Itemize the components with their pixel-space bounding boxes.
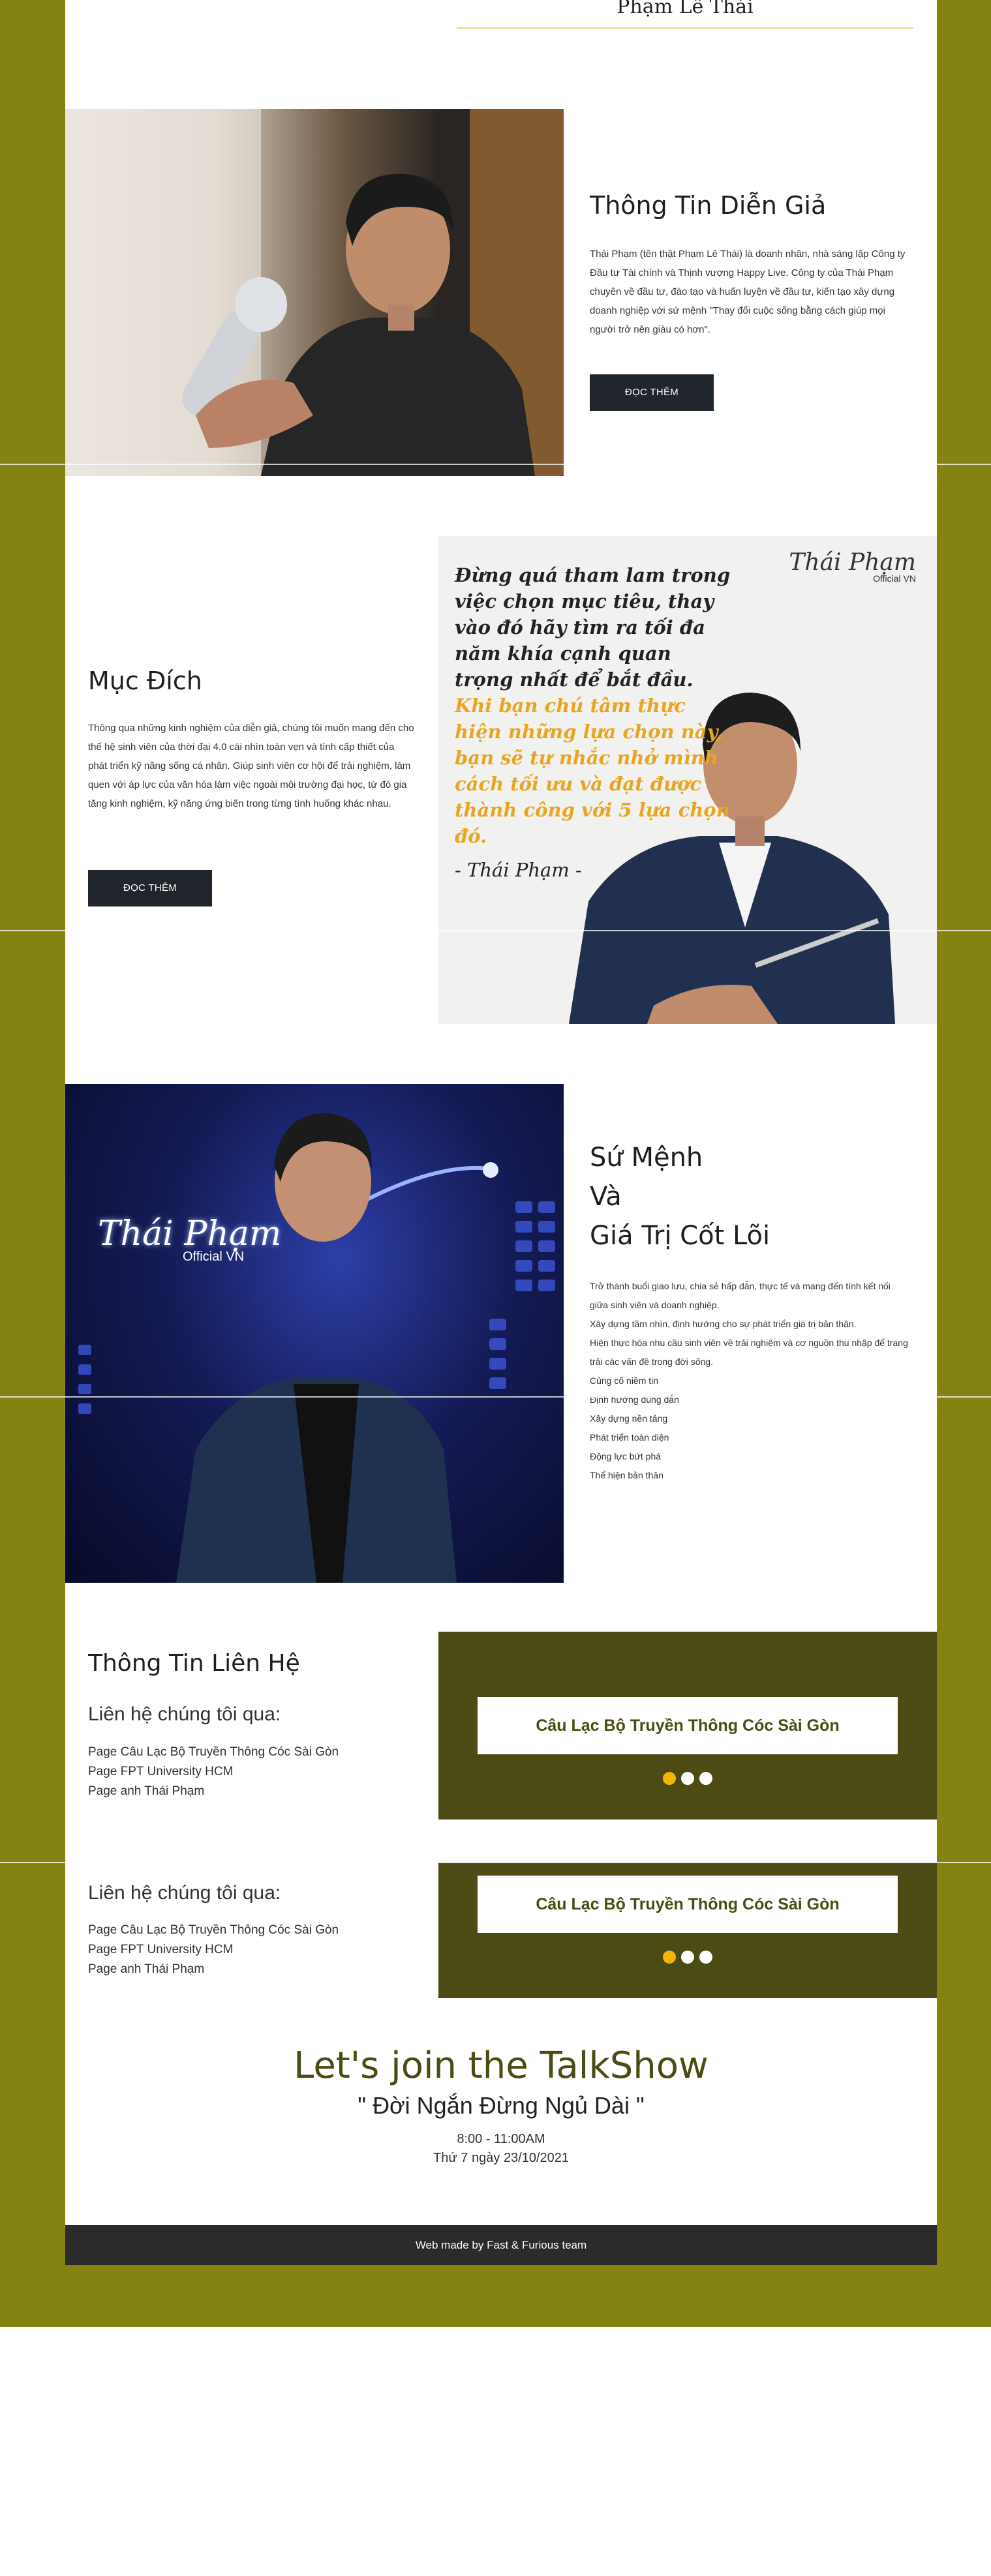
mission-item: Xây dựng nền tảng bbox=[590, 1413, 668, 1424]
mission-item: Xây dựng tầm nhìn, định hướng cho sự phá… bbox=[590, 1319, 857, 1329]
mission-item: Trở thành buổi giao lưu, chia sẻ hấp dẫn… bbox=[590, 1281, 891, 1310]
contact2-subtitle: Liên hệ chúng tôi qua: bbox=[88, 1882, 281, 1904]
mission-title: Sứ Mệnh Và Giá Trị Cốt Lõi bbox=[590, 1138, 770, 1255]
speaker-photo-microphone bbox=[65, 109, 564, 476]
carousel-dots-2 bbox=[438, 1951, 937, 1967]
section-divider bbox=[0, 1862, 991, 1863]
talkshow-subtitle: " Đời Ngắn Đừng Ngủ Dài " bbox=[358, 2092, 645, 2119]
carousel-dot-3[interactable] bbox=[699, 1772, 713, 1785]
contact2-links: Page Câu Lạc Bộ Truyền Thông Cóc Sài Gòn… bbox=[88, 1921, 339, 1979]
mission-item: Thể hiện bản thân bbox=[590, 1470, 663, 1480]
mission-item: Phát triển toàn diện bbox=[590, 1432, 669, 1443]
mission-title-line-3: Giá Trị Cốt Lõi bbox=[590, 1221, 770, 1251]
section-divider bbox=[0, 1396, 991, 1398]
mission-figure-illustration bbox=[78, 1113, 555, 1583]
speaker-figure-illustration bbox=[65, 109, 564, 476]
purpose-read-more-button[interactable]: ĐỌC THÊM bbox=[88, 870, 212, 906]
speaker-name: Phạm Lê Thái bbox=[457, 0, 913, 29]
carousel-dot-3[interactable] bbox=[699, 1951, 713, 1964]
contact-link-fpt[interactable]: Page FPT University HCM bbox=[88, 1762, 339, 1782]
contact2-link-thai-pham[interactable]: Page anh Thái Phạm bbox=[88, 1960, 339, 1979]
quote-text: Đừng quá tham lam trong việc chọn mục ti… bbox=[455, 562, 735, 883]
contact-title: Thông Tin Liên Hệ bbox=[88, 1650, 300, 1677]
contact-links: Page Câu Lạc Bộ Truyền Thông Cóc Sài Gòn… bbox=[88, 1743, 339, 1801]
footer: Web made by Fast & Furious team bbox=[65, 2225, 937, 2265]
quote-logo-text: Thái Phạm bbox=[789, 549, 916, 576]
about-read-more-button[interactable]: ĐỌC THÊM bbox=[590, 374, 714, 411]
talkshow-time: 8:00 - 11:00AM bbox=[457, 2132, 545, 2146]
quote-logo: Thái Phạm Official VN bbox=[789, 549, 916, 584]
contact2-link-fpt[interactable]: Page FPT University HCM bbox=[88, 1940, 339, 1960]
page-container: Phạm Lê Thái Thông Tin Diễn Giả Thái Phạ… bbox=[65, 0, 937, 2265]
carousel-dots bbox=[438, 1772, 937, 1788]
carousel-dot-2[interactable] bbox=[681, 1772, 694, 1785]
contact2-link-club[interactable]: Page Câu Lạc Bộ Truyền Thông Cóc Sài Gòn bbox=[88, 1921, 339, 1940]
club-card-2[interactable]: Câu Lạc Bộ Truyền Thông Cóc Sài Gòn bbox=[478, 1876, 898, 1933]
talkshow-date: Thứ 7 ngày 23/10/2021 bbox=[433, 2151, 569, 2165]
carousel-dot-1[interactable] bbox=[662, 1951, 676, 1964]
carousel-dot-2[interactable] bbox=[681, 1951, 694, 1964]
mission-title-line-1: Sứ Mệnh bbox=[590, 1143, 703, 1173]
club-card[interactable]: Câu Lạc Bộ Truyền Thông Cóc Sài Gòn bbox=[478, 1697, 898, 1754]
mission-item: Củng cố niềm tin bbox=[590, 1375, 659, 1386]
contact2-card-panel: Câu Lạc Bộ Truyền Thông Cóc Sài Gòn bbox=[438, 1863, 937, 1998]
mission-item: Động lực bứt phá bbox=[590, 1451, 662, 1461]
mission-item: Định hướng đúng đắn bbox=[590, 1394, 679, 1405]
contact-card-panel: Câu Lạc Bộ Truyền Thông Cóc Sài Gòn bbox=[438, 1632, 937, 1820]
mission-item: Hiện thực hóa nhu cầu sinh viên về trải … bbox=[590, 1338, 908, 1367]
talkshow-title: Let's join the TalkShow bbox=[294, 2044, 709, 2087]
purpose-body: Thông qua những kinh nghiệm của diễn giả… bbox=[88, 723, 414, 809]
mission-logo-text: Thái Phạm bbox=[98, 1214, 282, 1253]
purpose-title: Mục Đích bbox=[88, 666, 202, 695]
mission-logo: Thái Phạm Official VN bbox=[98, 1214, 281, 1265]
contact-subtitle: Liên hệ chúng tôi qua: bbox=[88, 1703, 281, 1725]
about-body: Thái Phạm (tên thật Phạm Lê Thái) là doa… bbox=[590, 248, 906, 335]
contact-link-club[interactable]: Page Câu Lạc Bộ Truyền Thông Cóc Sài Gòn bbox=[88, 1743, 339, 1762]
mission-list: Trở thành buổi giao lưu, chia sẻ hấp dẫn… bbox=[590, 1277, 909, 1485]
quote-part-2: Khi bạn chú tâm thực hiện những lựa chọn… bbox=[455, 695, 730, 847]
carousel-dot-1[interactable] bbox=[662, 1772, 676, 1785]
quote-image: Đừng quá tham lam trong việc chọn mục ti… bbox=[438, 536, 937, 1024]
section-divider bbox=[0, 464, 991, 465]
quote-part-1: Đừng quá tham lam trong việc chọn mục ti… bbox=[455, 564, 731, 691]
about-title: Thông Tin Diễn Giả bbox=[590, 191, 827, 220]
quote-signature: - Thái Phạm - bbox=[455, 859, 582, 881]
contact-link-thai-pham[interactable]: Page anh Thái Phạm bbox=[88, 1782, 339, 1801]
section-divider bbox=[0, 930, 991, 931]
mission-title-line-2: Và bbox=[590, 1182, 622, 1212]
mission-photo: Thái Phạm Official VN bbox=[65, 1084, 564, 1583]
